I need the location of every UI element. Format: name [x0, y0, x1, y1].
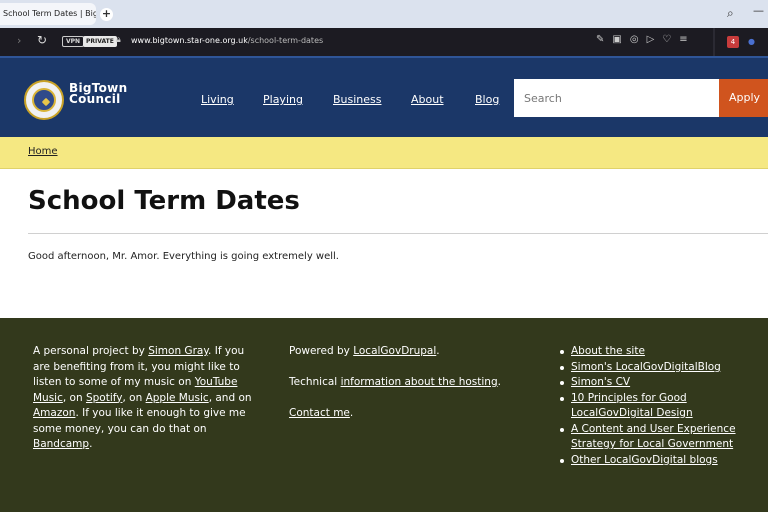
heart-icon[interactable]: ♡	[662, 34, 671, 45]
list-item: A Content and User Experience Strategy f…	[558, 422, 768, 453]
breadcrumb: Home	[0, 137, 768, 169]
link-hosting-info[interactable]: information about the hosting	[341, 376, 498, 388]
profile-icon[interactable]: ●	[748, 37, 755, 46]
link-localgov-blog[interactable]: Simon's LocalGovDigitalBlog	[571, 361, 721, 373]
footer-text: , on	[62, 391, 86, 404]
contact: Contact me.	[289, 406, 529, 422]
link-simons-cv[interactable]: Simon's CV	[571, 376, 630, 388]
list-item: Simon's LocalGovDigitalBlog	[558, 360, 768, 376]
page-title: School Term Dates	[28, 186, 300, 216]
nav-blog[interactable]: Blog	[475, 93, 499, 106]
council-crest-icon[interactable]	[24, 80, 64, 120]
footer-text: Powered by	[289, 345, 354, 357]
footer-text: , and on	[208, 391, 252, 404]
link-bandcamp[interactable]: Bandcamp	[33, 438, 89, 450]
reload-icon[interactable]: ↻	[37, 33, 47, 47]
title-divider	[28, 233, 768, 234]
extension-icon[interactable]: 4	[727, 36, 739, 48]
footer-text: .	[436, 345, 440, 357]
footer-info: Powered by LocalGovDrupal. Technical inf…	[289, 344, 529, 437]
link-contact-me[interactable]: Contact me	[289, 407, 350, 419]
apply-button[interactable]: Apply	[719, 79, 768, 117]
powered-by: Powered by LocalGovDrupal.	[289, 344, 529, 360]
nav-living[interactable]: Living	[201, 93, 234, 106]
nav-about[interactable]: About	[411, 93, 444, 106]
link-apple-music[interactable]: Apple Music	[146, 392, 209, 404]
tab-title: School Term Dates | BigTo	[3, 9, 96, 18]
footer-about-text: A personal project by Simon Gray. If you…	[33, 344, 255, 453]
lock-icon[interactable]: 🔒︎	[116, 35, 121, 45]
url-actions: ✎ ▣ ◎ ▷ ♡ ≡	[596, 34, 688, 45]
browser-url-bar: › ↻ VPN PRIVATE 🔒︎ www.bigtown.star-one.…	[0, 28, 768, 56]
footer-text: .	[89, 438, 93, 450]
link-spotify[interactable]: Spotify	[86, 392, 123, 404]
logo-line2: Council	[69, 92, 121, 106]
vpn-badge[interactable]: VPN	[62, 36, 85, 47]
footer-text: .	[349, 407, 354, 419]
site-footer: A personal project by Simon Gray. If you…	[0, 318, 768, 512]
new-tab-button[interactable]: +	[100, 8, 113, 21]
link-amazon[interactable]: Amazon	[33, 407, 75, 419]
shield-icon[interactable]: ◎	[630, 34, 639, 45]
link-about-site[interactable]: About the site	[571, 345, 645, 357]
edit-icon[interactable]: ✎	[596, 34, 604, 45]
browser-tab-bar: School Term Dates | BigTo + ⌕ —	[0, 0, 768, 28]
url-path: /school-term-dates	[247, 36, 324, 45]
list-item: Other LocalGovDigital blogs	[558, 453, 768, 469]
play-icon[interactable]: ▷	[647, 34, 655, 45]
footer-text: Technical	[289, 376, 341, 388]
minimize-icon[interactable]: —	[753, 4, 764, 17]
url-host: www.bigtown.star-one.org.uk	[131, 36, 248, 45]
toolbar-separator	[713, 28, 715, 56]
link-10-principles[interactable]: 10 Principles for Good LocalGovDigital D…	[571, 392, 693, 420]
link-simon-gray[interactable]: Simon Gray	[148, 345, 208, 357]
private-badge: PRIVATE	[83, 36, 117, 47]
camera-icon[interactable]: ▣	[612, 34, 621, 45]
greeting-text: Good afternoon, Mr. Amor. Everything is …	[28, 251, 339, 262]
browser-tab[interactable]: School Term Dates | BigTo	[0, 3, 96, 25]
link-content-strategy[interactable]: A Content and User Experience Strategy f…	[571, 423, 736, 451]
footer-link-list: About the site Simon's LocalGovDigitalBl…	[558, 344, 768, 468]
nav-business[interactable]: Business	[333, 93, 382, 106]
footer-text: , on	[122, 391, 146, 404]
forward-icon[interactable]: ›	[17, 34, 21, 47]
list-item: About the site	[558, 344, 768, 360]
footer-links: About the site Simon's LocalGovDigitalBl…	[558, 344, 768, 468]
search-input[interactable]	[514, 79, 719, 117]
hosting-info: Technical information about the hosting.	[289, 375, 529, 391]
breadcrumb-home[interactable]: Home	[28, 146, 58, 157]
nav-playing[interactable]: Playing	[263, 93, 303, 106]
menu-icon[interactable]: ≡	[679, 34, 687, 45]
search-tabs-icon[interactable]: ⌕	[727, 6, 734, 21]
link-localgovdrupal[interactable]: LocalGovDrupal	[353, 345, 436, 357]
site-logo[interactable]: BigTown Council	[69, 82, 127, 106]
footer-text: A personal project by	[33, 345, 149, 357]
site-header: BigTown Council Living Playing Business …	[0, 56, 768, 137]
url-address[interactable]: www.bigtown.star-one.org.uk/school-term-…	[131, 36, 323, 45]
link-other-blogs[interactable]: Other LocalGovDigital blogs	[571, 454, 718, 466]
list-item: Simon's CV	[558, 375, 768, 391]
list-item: 10 Principles for Good LocalGovDigital D…	[558, 391, 768, 422]
footer-text: .	[497, 376, 501, 388]
